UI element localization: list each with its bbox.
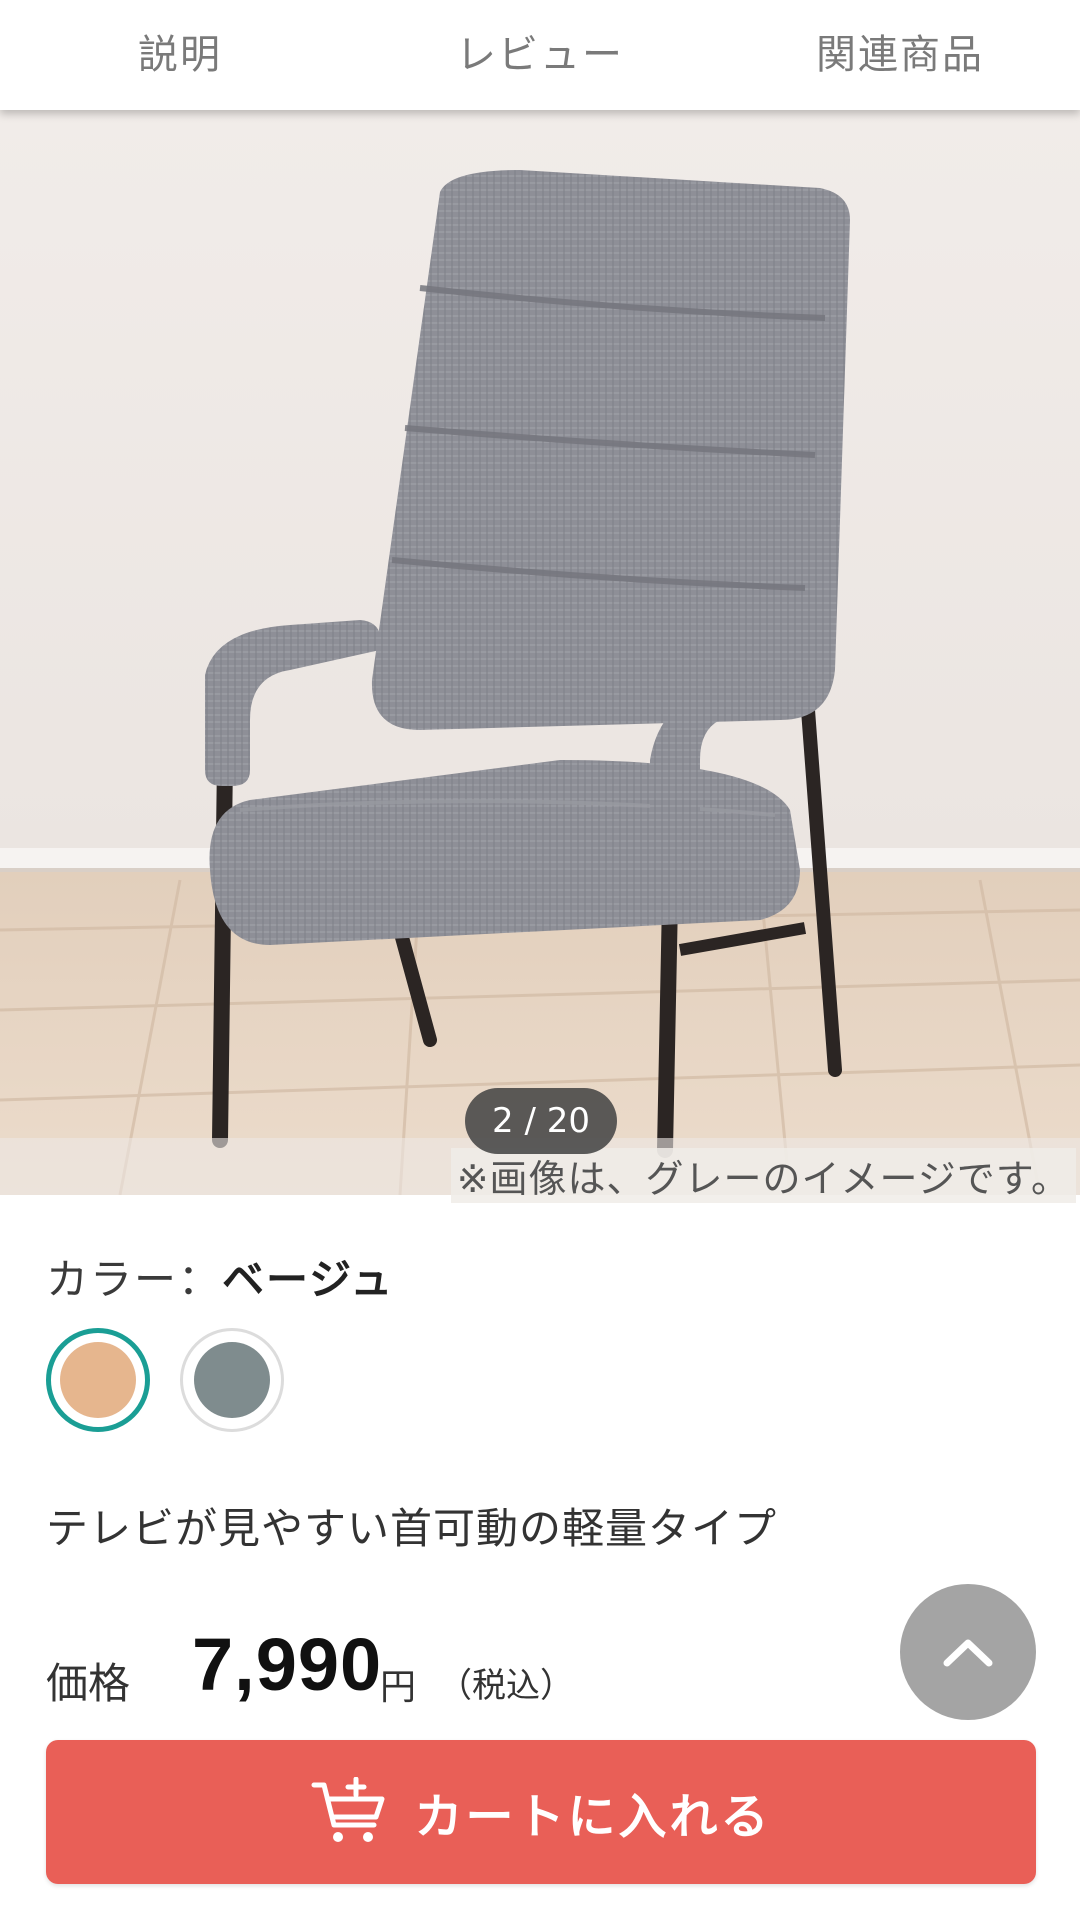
product-photo	[0, 110, 1080, 1195]
back-to-top-button[interactable]	[900, 1584, 1036, 1720]
color-label-prefix: カラー：	[46, 1255, 223, 1304]
add-to-cart-button[interactable]: カートに入れる	[46, 1740, 1036, 1884]
tab-bar: 説明 レビュー 関連商品	[0, 0, 1080, 110]
price-unit: 円	[380, 1667, 417, 1708]
cart-plus-icon	[311, 1777, 385, 1842]
color-label: カラー：ベージュ	[46, 1246, 394, 1307]
tab-description[interactable]: 説明	[0, 22, 360, 88]
selected-color-name: ベージュ	[222, 1255, 395, 1304]
swatch-dot-gray	[194, 1342, 270, 1418]
tab-reviews[interactable]: レビュー	[360, 22, 720, 88]
product-tagline: テレビが見やすい首可動の軽量タイプ	[46, 1504, 778, 1553]
product-image-carousel[interactable]	[0, 110, 1080, 1195]
price-tax-note: （税込）	[438, 1666, 574, 1706]
price-label: 価格	[46, 1659, 131, 1708]
price-value: 7,990	[192, 1623, 383, 1706]
tab-related-products[interactable]: 関連商品	[720, 22, 1080, 88]
image-counter: 2 / 20	[465, 1088, 617, 1154]
color-swatch-gray[interactable]	[180, 1328, 284, 1432]
chevron-up-icon	[943, 1639, 993, 1667]
add-to-cart-label: カートに入れる	[414, 1789, 772, 1845]
color-swatch-beige[interactable]	[46, 1328, 150, 1432]
swatch-dot-beige	[60, 1342, 136, 1418]
product-page: 説明 レビュー 関連商品 2 / 20 ※画像は、グレーのイメージです。 カラー…	[0, 0, 1080, 1910]
image-caption: ※画像は、グレーのイメージです。	[450, 1148, 1076, 1203]
